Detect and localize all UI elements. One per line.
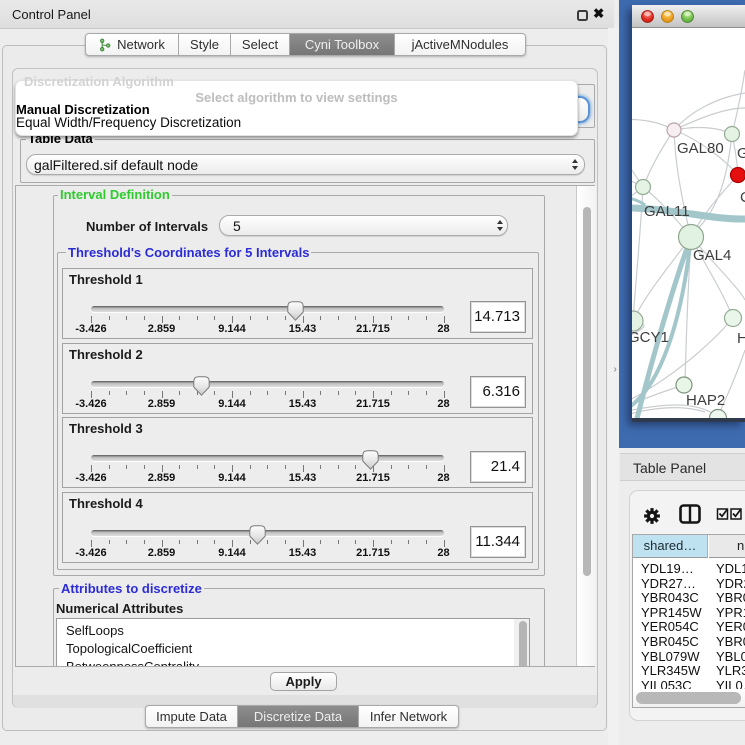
svg-text:C: C: [740, 189, 745, 206]
svg-text:HAP2: HAP2: [686, 392, 725, 409]
svg-text:H: H: [737, 330, 745, 347]
svg-text:GAL11: GAL11: [644, 203, 690, 220]
svg-text:GAL80: GAL80: [677, 140, 724, 157]
svg-text:G: G: [737, 145, 745, 162]
svg-text:GAL4: GAL4: [693, 247, 731, 264]
svg-text:GCY1: GCY1: [632, 329, 669, 346]
